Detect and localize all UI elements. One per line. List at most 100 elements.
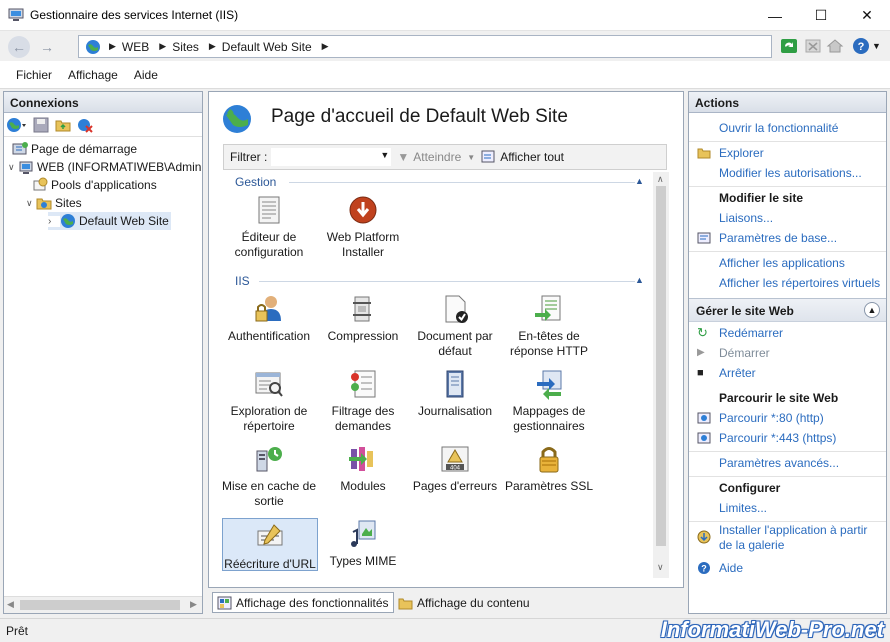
funnel-icon: ▼ (397, 150, 410, 164)
menu-help[interactable]: Aide (134, 68, 158, 82)
action-restart[interactable]: Redémarrer (719, 326, 783, 340)
group-divider (289, 182, 635, 183)
scrollbar-thumb[interactable] (656, 186, 666, 546)
horizontal-scrollbar[interactable]: ◀ ▶ (4, 596, 202, 613)
collapse-group-icon[interactable]: ▲ (635, 275, 644, 285)
feature-authentication[interactable]: Authentification (221, 293, 317, 344)
feature-error-pages[interactable]: 404 Pages d'erreurs (407, 443, 503, 494)
tree-item-server[interactable]: ∨ WEB (INFORMATIWEB\Admin (8, 158, 201, 176)
scroll-up-icon[interactable]: ∧ (657, 174, 664, 185)
feature-configuration-editor[interactable]: Éditeur de configuration (221, 194, 317, 260)
home-icon[interactable] (826, 37, 844, 55)
help-icon[interactable]: ? (852, 37, 870, 55)
tab-features-view[interactable]: Affichage des fonctionnalités (212, 592, 394, 613)
feature-url-rewrite[interactable]: Réécriture d'URL (222, 518, 318, 571)
connect-icon[interactable] (6, 116, 28, 134)
tree-item-default-web-site[interactable]: › Default Web Site (48, 212, 171, 230)
action-view-applications[interactable]: Afficher les applications (719, 256, 845, 270)
action-limits[interactable]: Limites... (719, 501, 767, 515)
browse-icon (697, 432, 711, 444)
action-advanced-settings[interactable]: Paramètres avancés... (719, 456, 839, 470)
tree-item-sites[interactable]: ∨ Sites (26, 194, 82, 212)
feature-default-document[interactable]: Document par défaut (407, 293, 503, 359)
feature-handler-mappings[interactable]: Mappages de gestionnaires (501, 368, 597, 434)
http-headers-icon (535, 295, 561, 321)
back-icon[interactable]: ← (8, 36, 30, 58)
authentication-icon (255, 296, 281, 322)
feature-output-caching[interactable]: Mise en cache de sortie (221, 443, 317, 509)
expand-chevron-icon[interactable]: ∨ (8, 162, 18, 173)
divider (689, 186, 886, 187)
breadcrumb-sites[interactable]: Sites (172, 40, 199, 54)
breadcrumb-web[interactable]: WEB (122, 40, 149, 54)
maximize-button[interactable]: ☐ (798, 0, 844, 31)
collapse-section-icon[interactable]: ▲ (864, 302, 880, 318)
ssl-padlock-icon (539, 447, 559, 473)
default-document-icon (445, 295, 468, 323)
action-start[interactable]: Démarrer (719, 346, 770, 360)
url-rewrite-icon (257, 524, 283, 546)
scrollbar-thumb[interactable] (20, 600, 180, 610)
status-bar: Prêt InformatiWeb-Pro.net (0, 617, 890, 642)
help-dropdown-icon[interactable]: ▼ (872, 41, 881, 51)
tab-content-view[interactable]: Affichage du contenu (394, 592, 534, 613)
basic-settings-icon (697, 232, 711, 244)
directory-browsing-icon (255, 372, 283, 397)
up-folder-icon[interactable] (54, 116, 72, 134)
feature-compression[interactable]: Compression (315, 293, 411, 344)
scroll-down-icon[interactable]: ∨ (657, 562, 664, 573)
action-browse-80[interactable]: Parcourir *:80 (http) (719, 411, 824, 425)
action-stop[interactable]: Arrêter (719, 366, 756, 380)
filter-dropdown-icon[interactable]: ▼ (380, 150, 389, 160)
forward-icon[interactable]: → (36, 36, 58, 58)
feature-request-filtering[interactable]: Filtrage des demandes (315, 368, 411, 434)
minimize-button[interactable]: — (752, 0, 798, 31)
app-pools-icon (33, 177, 48, 191)
feature-logging[interactable]: Journalisation (407, 368, 503, 419)
divider (689, 521, 886, 522)
iis-app-icon (8, 8, 24, 21)
feature-mime-types[interactable]: Types MIME (315, 518, 411, 569)
menu-file[interactable]: Fichier (16, 68, 52, 82)
feature-directory-browsing[interactable]: Exploration de répertoire (221, 368, 317, 434)
action-help[interactable]: Aide (719, 561, 743, 575)
vertical-scrollbar[interactable]: ∧ ∨ (653, 172, 669, 578)
manage-website-section[interactable]: Gérer le site Web ▲ (689, 298, 886, 322)
action-browse-443[interactable]: Parcourir *:443 (https) (719, 431, 836, 445)
action-explore[interactable]: Explorer (719, 146, 764, 160)
refresh-icon[interactable] (780, 37, 798, 55)
goto-button[interactable]: ▼ Atteindre ▼ (397, 150, 475, 164)
action-view-virtual-directories[interactable]: Afficher les répertoires virtuels (719, 276, 880, 290)
collapse-group-icon[interactable]: ▲ (635, 176, 644, 186)
tree-item-app-pools[interactable]: Pools d'applications (32, 176, 157, 194)
request-filtering-icon (351, 370, 376, 398)
divider (689, 141, 886, 142)
feature-ssl-settings[interactable]: Paramètres SSL (501, 443, 597, 494)
action-install-from-gallery[interactable]: Installer l'application à partir de la g… (719, 523, 881, 553)
disconnect-icon[interactable] (76, 116, 94, 134)
configure-header: Configurer (719, 481, 781, 495)
expand-arrow-icon[interactable]: › (48, 215, 60, 227)
breadcrumb-separator-icon: ▶ (109, 41, 116, 51)
breadcrumb-default-web-site[interactable]: Default Web Site (222, 40, 312, 54)
close-button[interactable]: ✕ (844, 0, 890, 31)
scroll-right-icon[interactable]: ▶ (190, 599, 197, 610)
action-bindings[interactable]: Liaisons... (719, 211, 773, 225)
action-basic-settings[interactable]: Paramètres de base... (719, 231, 837, 245)
feature-http-response-headers[interactable]: En-têtes de réponse HTTP (501, 293, 597, 359)
scroll-left-icon[interactable]: ◀ (7, 599, 14, 610)
filter-input[interactable]: ▼ (271, 148, 392, 166)
stop-icon[interactable] (804, 37, 822, 55)
feature-modules[interactable]: Modules (315, 443, 411, 494)
menu-view[interactable]: Affichage (68, 68, 118, 82)
features-view-icon (217, 596, 232, 609)
action-edit-permissions[interactable]: Modifier les autorisations... (719, 166, 862, 180)
feature-web-platform-installer[interactable]: Web Platform Installer (315, 194, 411, 260)
address-bar[interactable]: ▶ WEB ▶ Sites ▶ Default Web Site ▶ (78, 35, 772, 58)
save-icon[interactable] (32, 116, 50, 134)
tree-item-start-page[interactable]: Page de démarrage (12, 140, 137, 158)
expand-chevron-icon[interactable]: ∨ (26, 198, 36, 209)
show-all-button[interactable]: Afficher tout (481, 150, 564, 164)
action-open-feature[interactable]: Ouvrir la fonctionnalité (719, 121, 838, 135)
show-all-icon (481, 150, 495, 163)
